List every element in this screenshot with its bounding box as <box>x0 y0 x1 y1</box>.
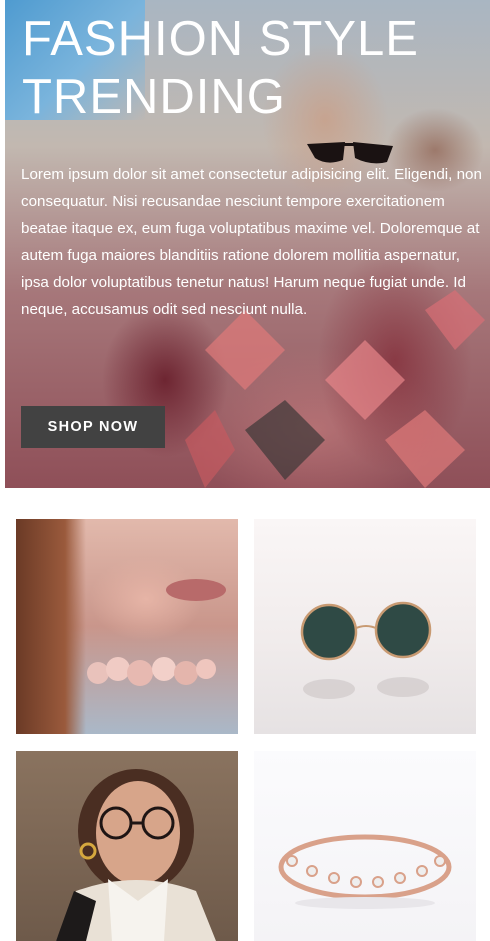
shop-now-button[interactable]: SHOP NOW <box>21 406 165 448</box>
woman-with-glasses-image <box>56 769 216 941</box>
gallery-item-sunglasses[interactable] <box>254 519 476 734</box>
rose-choker-image <box>87 657 216 686</box>
hero-banner: FASHION STYLE TRENDING Lorem ipsum dolor… <box>5 0 490 488</box>
diamond-ring-image <box>278 834 452 909</box>
hero-description: Lorem ipsum dolor sit amet consectetur a… <box>21 166 482 318</box>
sunglasses-image <box>300 601 432 699</box>
hero-title-line1: FASHION STYLE <box>22 12 419 66</box>
gallery-item-eyeglasses[interactable] <box>16 751 238 941</box>
hero-title: FASHION STYLE TRENDING <box>22 10 419 126</box>
gallery-item-choker[interactable] <box>16 519 238 734</box>
choker-photo-hair <box>16 519 86 734</box>
hero-title-line2: TRENDING <box>22 70 286 124</box>
choker-photo-lips <box>166 579 226 601</box>
gallery-item-ring[interactable] <box>254 751 476 941</box>
